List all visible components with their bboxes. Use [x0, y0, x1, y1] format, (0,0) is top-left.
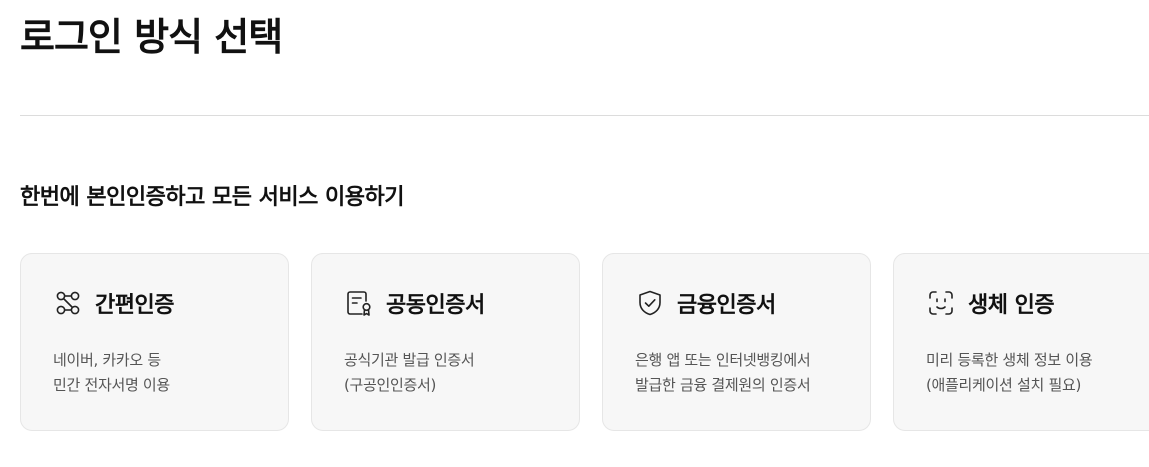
header-divider	[20, 115, 1149, 116]
card-header: 공동인증서	[344, 287, 485, 319]
card-description: 은행 앱 또는 인터넷뱅킹에서 발급한 금융 결제원의 인증서	[635, 348, 811, 398]
financial-certificate-card[interactable]: 금융인증서 은행 앱 또는 인터넷뱅킹에서 발급한 금융 결제원의 인증서	[602, 253, 871, 431]
card-title: 생체 인증	[968, 293, 1055, 318]
simple-auth-nodes-icon	[53, 288, 83, 318]
card-header: 금융인증서	[635, 287, 776, 319]
login-method-list: 간편인증 네이버, 카카오 등 민간 전자서명 이용 공동인증서 공식기관 발급…	[20, 253, 1149, 431]
card-desc-line: (구공인인증서)	[344, 376, 437, 394]
card-desc-line: 미리 등록한 생체 정보 이용	[926, 351, 1093, 369]
biometric-auth-card[interactable]: 생체 인증 미리 등록한 생체 정보 이용 (애플리케이션 설치 필요)	[893, 253, 1149, 431]
card-desc-line: 발급한 금융 결제원의 인증서	[635, 376, 811, 394]
card-description: 공식기관 발급 인증서 (구공인인증서)	[344, 348, 475, 398]
section-title: 한번에 본인인증하고 모든 서비스 이용하기	[20, 185, 404, 210]
card-desc-line: 민간 전자서명 이용	[53, 376, 170, 394]
simple-auth-card[interactable]: 간편인증 네이버, 카카오 등 민간 전자서명 이용	[20, 253, 289, 431]
certificate-document-icon	[344, 288, 374, 318]
card-title: 공동인증서	[386, 293, 485, 318]
card-desc-line: 공식기관 발급 인증서	[344, 351, 475, 369]
card-description: 미리 등록한 생체 정보 이용 (애플리케이션 설치 필요)	[926, 348, 1093, 398]
card-header: 간편인증	[53, 287, 174, 319]
shield-check-icon	[635, 288, 665, 318]
card-description: 네이버, 카카오 등 민간 전자서명 이용	[53, 348, 170, 398]
card-desc-line: 네이버, 카카오 등	[53, 351, 161, 369]
card-header: 생체 인증	[926, 287, 1055, 319]
card-title: 금융인증서	[677, 293, 776, 318]
card-title: 간편인증	[95, 293, 174, 318]
card-desc-line: (애플리케이션 설치 필요)	[926, 376, 1082, 394]
face-id-icon	[926, 288, 956, 318]
joint-certificate-card[interactable]: 공동인증서 공식기관 발급 인증서 (구공인인증서)	[311, 253, 580, 431]
card-desc-line: 은행 앱 또는 인터넷뱅킹에서	[635, 351, 811, 369]
page-title: 로그인 방식 선택	[20, 15, 283, 59]
